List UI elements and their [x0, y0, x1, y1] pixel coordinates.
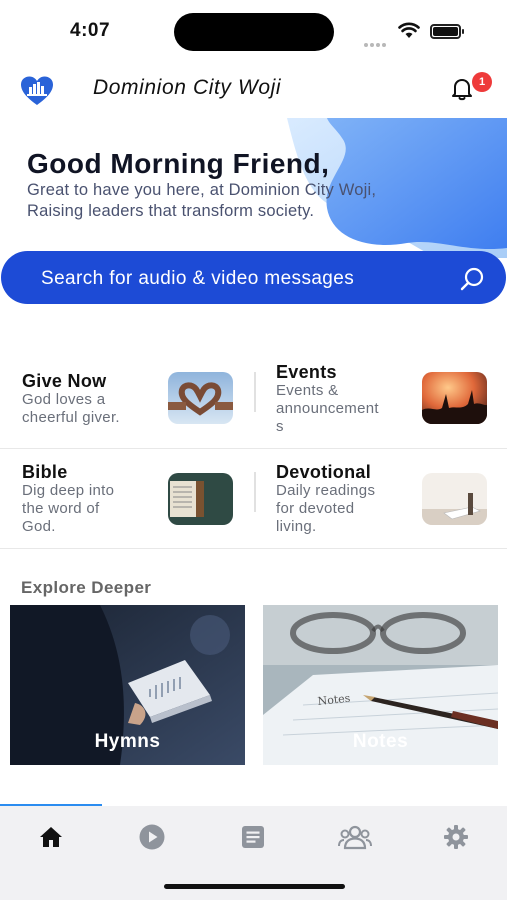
quick-link-title: Events [276, 362, 337, 382]
tab-media[interactable] [132, 822, 172, 852]
desc-line: the word of [22, 500, 100, 517]
tab-community[interactable] [335, 822, 375, 852]
tab-notes[interactable] [233, 822, 273, 852]
battery-icon [430, 24, 464, 39]
desc-line: Dig deep into [22, 482, 115, 499]
events-thumbnail [422, 372, 487, 424]
quick-link-desc: Dig deep into the word of God. [22, 482, 114, 536]
notification-bell-icon[interactable] [451, 77, 473, 106]
desc-line: cheerful giver. [22, 409, 120, 426]
hymns-card[interactable]: Hymns [10, 605, 245, 765]
notification-badge: 1 [472, 72, 492, 92]
quick-link-title: Give Now [22, 371, 107, 391]
people-icon [338, 825, 372, 850]
greeting-title: Good Morning Friend, [27, 148, 330, 179]
quick-link-desc: Daily readings for devoted living. [276, 482, 375, 536]
app-title: Dominion City Woji [93, 76, 282, 99]
row-divider [0, 548, 507, 549]
desc-line: God. [22, 518, 56, 535]
desc-line: living. [276, 518, 317, 535]
notes-card-label: Notes [352, 731, 409, 752]
quick-link-give-now[interactable]: Give Now God loves a cheerful giver. [0, 350, 253, 446]
search-bar[interactable]: Search for audio & video messages [1, 251, 506, 304]
welcome-tagline: Raising leaders that transform society. [27, 202, 315, 220]
welcome-line: Great to have you here, at Dominion City… [27, 181, 377, 199]
quick-link-title: Bible [22, 462, 68, 482]
cellular-signal-icon [364, 34, 388, 52]
wifi-icon [398, 22, 420, 44]
desc-line: Daily readings [276, 482, 376, 499]
desc-line: for devoted [276, 500, 355, 517]
desc-line: s [276, 418, 284, 435]
notes-card[interactable]: Notes Notes [263, 605, 498, 765]
row-divider [0, 448, 507, 449]
desc-line: announcement [276, 400, 379, 417]
tab-settings[interactable] [436, 822, 476, 852]
quick-link-title: Devotional [276, 462, 372, 482]
welcome-message: Great to have you here, at Dominion City… [27, 180, 477, 222]
hymns-card-label: Hymns [94, 731, 161, 752]
quick-link-desc: Events & announcement s [276, 382, 379, 436]
quick-link-bible[interactable]: Bible Dig deep into the word of God. [0, 450, 253, 546]
quick-link-devotional[interactable]: Devotional Daily readings for devoted li… [254, 450, 507, 546]
status-time: 4:07 [70, 20, 111, 41]
church-logo-icon [20, 76, 54, 111]
home-indicator[interactable] [164, 884, 345, 889]
status-bar: 4:07 [0, 0, 507, 62]
explore-section-title: Explore Deeper [21, 578, 152, 597]
tab-home[interactable] [31, 822, 71, 852]
gear-icon [444, 825, 468, 849]
document-icon [242, 826, 264, 848]
home-icon [40, 827, 62, 847]
quick-link-events[interactable]: Events Events & announcement s [254, 350, 507, 446]
search-icon[interactable] [459, 266, 485, 297]
desc-line: Events & [276, 382, 339, 399]
play-icon [139, 824, 165, 850]
app-header: Dominion City Woji 1 [0, 62, 507, 118]
hero-banner: Good Morning Friend, Great to have you h… [0, 118, 507, 258]
quick-link-desc: God loves a cheerful giver. [22, 391, 120, 427]
bible-thumbnail [168, 473, 233, 525]
give-now-thumbnail [168, 372, 233, 424]
search-placeholder: Search for audio & video messages [41, 268, 355, 289]
devotional-thumbnail [422, 473, 487, 525]
desc-line: God loves a [22, 391, 106, 408]
dynamic-island [174, 13, 334, 51]
